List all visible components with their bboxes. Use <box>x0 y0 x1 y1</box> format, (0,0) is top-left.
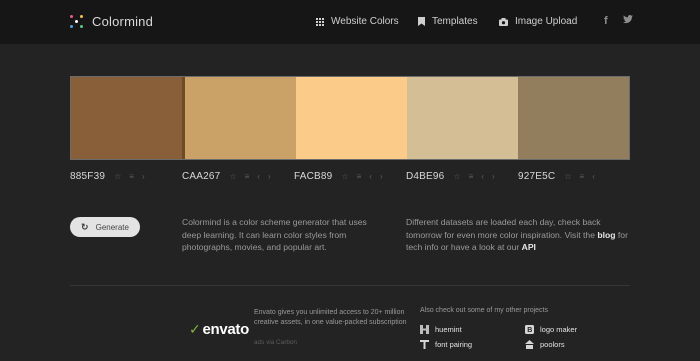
color-swatch-5[interactable] <box>518 77 629 159</box>
facebook-icon[interactable]: f <box>604 15 608 27</box>
huemint-icon <box>420 325 429 334</box>
swatch-label-5: 927E5C ☆ ≡ ‹ <box>518 170 630 182</box>
move-left-icon[interactable]: ‹ <box>257 172 260 181</box>
adjust-icon[interactable]: ≡ <box>245 172 250 181</box>
move-right-icon[interactable]: › <box>492 172 495 181</box>
ad-text[interactable]: Envato gives you unlimited access to 20+… <box>254 308 414 328</box>
nav-templates[interactable]: Templates <box>418 16 478 27</box>
ad-attribution[interactable]: ads via Carbon <box>254 339 297 346</box>
lock-icon[interactable]: ☆ <box>114 172 121 181</box>
move-left-icon[interactable]: ‹ <box>592 172 595 181</box>
swatch-label-1: 885F39 ☆ ≡ › <box>70 170 182 182</box>
nav-label: Website Colors <box>331 16 399 27</box>
lock-icon[interactable]: ☆ <box>229 172 236 181</box>
font-pairing-icon <box>420 340 429 349</box>
twitter-icon[interactable] <box>623 15 633 27</box>
color-swatch-3[interactable] <box>296 77 407 159</box>
top-navbar: Colormind Website Colors Templates Image… <box>0 0 700 44</box>
bookmark-icon <box>418 17 425 26</box>
other-projects-heading: Also check out some of my other projects <box>420 307 548 314</box>
color-swatch-1[interactable] <box>71 77 185 159</box>
blog-link[interactable]: blog <box>597 230 615 240</box>
logo-maker-icon: B <box>525 325 534 334</box>
adjust-icon[interactable]: ≡ <box>129 172 134 181</box>
nav-label: Image Upload <box>515 16 578 27</box>
nav-website-colors[interactable]: Website Colors <box>316 16 399 27</box>
swatch-label-3: FACB89 ☆ ≡ ‹ › <box>294 170 406 182</box>
grid-icon <box>316 17 324 26</box>
camera-icon <box>499 17 508 26</box>
project-label: poolors <box>540 340 565 349</box>
project-label: font pairing <box>435 340 473 349</box>
colormind-logo-icon <box>70 14 84 29</box>
hex-code[interactable]: 885F39 <box>70 171 105 182</box>
lock-icon[interactable]: ☆ <box>341 172 348 181</box>
color-swatch-4[interactable] <box>407 77 518 159</box>
brand-name: Colormind <box>92 14 154 29</box>
project-label: huemint <box>435 325 462 334</box>
hex-code[interactable]: D4BE96 <box>406 171 444 182</box>
lock-icon[interactable]: ☆ <box>453 172 460 181</box>
move-left-icon[interactable]: ‹ <box>369 172 372 181</box>
generate-label: Generate <box>95 222 129 232</box>
project-link-poolors[interactable]: poolors <box>525 340 565 349</box>
color-swatch-2[interactable] <box>185 77 296 159</box>
datasets-text-part: Different datasets are loaded each day, … <box>406 217 601 240</box>
envato-wordmark: envato <box>202 321 249 338</box>
adjust-icon[interactable]: ≡ <box>357 172 362 181</box>
brand-logo[interactable]: Colormind <box>70 14 153 29</box>
api-link[interactable]: API <box>522 242 536 252</box>
refresh-icon: ↻ <box>81 221 89 232</box>
envato-leaf-icon: ✓ <box>189 321 201 337</box>
footer-divider <box>70 285 630 286</box>
color-palette <box>70 76 630 160</box>
move-left-icon[interactable]: ‹ <box>481 172 484 181</box>
nav-image-upload[interactable]: Image Upload <box>499 16 577 27</box>
svg-text:B: B <box>527 327 532 334</box>
datasets-text: Different datasets are loaded each day, … <box>406 216 628 254</box>
project-link-huemint[interactable]: huemint <box>420 325 462 334</box>
nav-label: Templates <box>432 16 478 27</box>
envato-logo[interactable]: ✓ envato <box>189 321 249 338</box>
project-label: logo maker <box>540 325 578 334</box>
adjust-icon[interactable]: ≡ <box>580 172 585 181</box>
project-link-logo-maker[interactable]: B logo maker <box>525 325 577 334</box>
move-right-icon[interactable]: › <box>142 172 145 181</box>
adjust-icon[interactable]: ≡ <box>469 172 474 181</box>
lock-icon[interactable]: ☆ <box>564 172 571 181</box>
swatch-label-4: D4BE96 ☆ ≡ ‹ › <box>406 170 518 182</box>
hex-code[interactable]: FACB89 <box>294 171 332 182</box>
hex-code[interactable]: 927E5C <box>518 171 555 182</box>
move-right-icon[interactable]: › <box>380 172 383 181</box>
intro-text: Colormind is a color scheme generator th… <box>182 217 367 252</box>
hex-code[interactable]: CAA267 <box>182 171 220 182</box>
swatch-label-2: CAA267 ☆ ≡ ‹ › <box>182 170 294 182</box>
generate-button[interactable]: ↻ Generate <box>70 217 140 237</box>
poolors-icon <box>525 340 534 349</box>
move-right-icon[interactable]: › <box>268 172 271 181</box>
swatch-labels: 885F39 ☆ ≡ › CAA267 ☆ ≡ ‹ › FACB89 ☆ ≡ ‹… <box>70 170 630 182</box>
project-link-font-pairing[interactable]: font pairing <box>420 340 472 349</box>
